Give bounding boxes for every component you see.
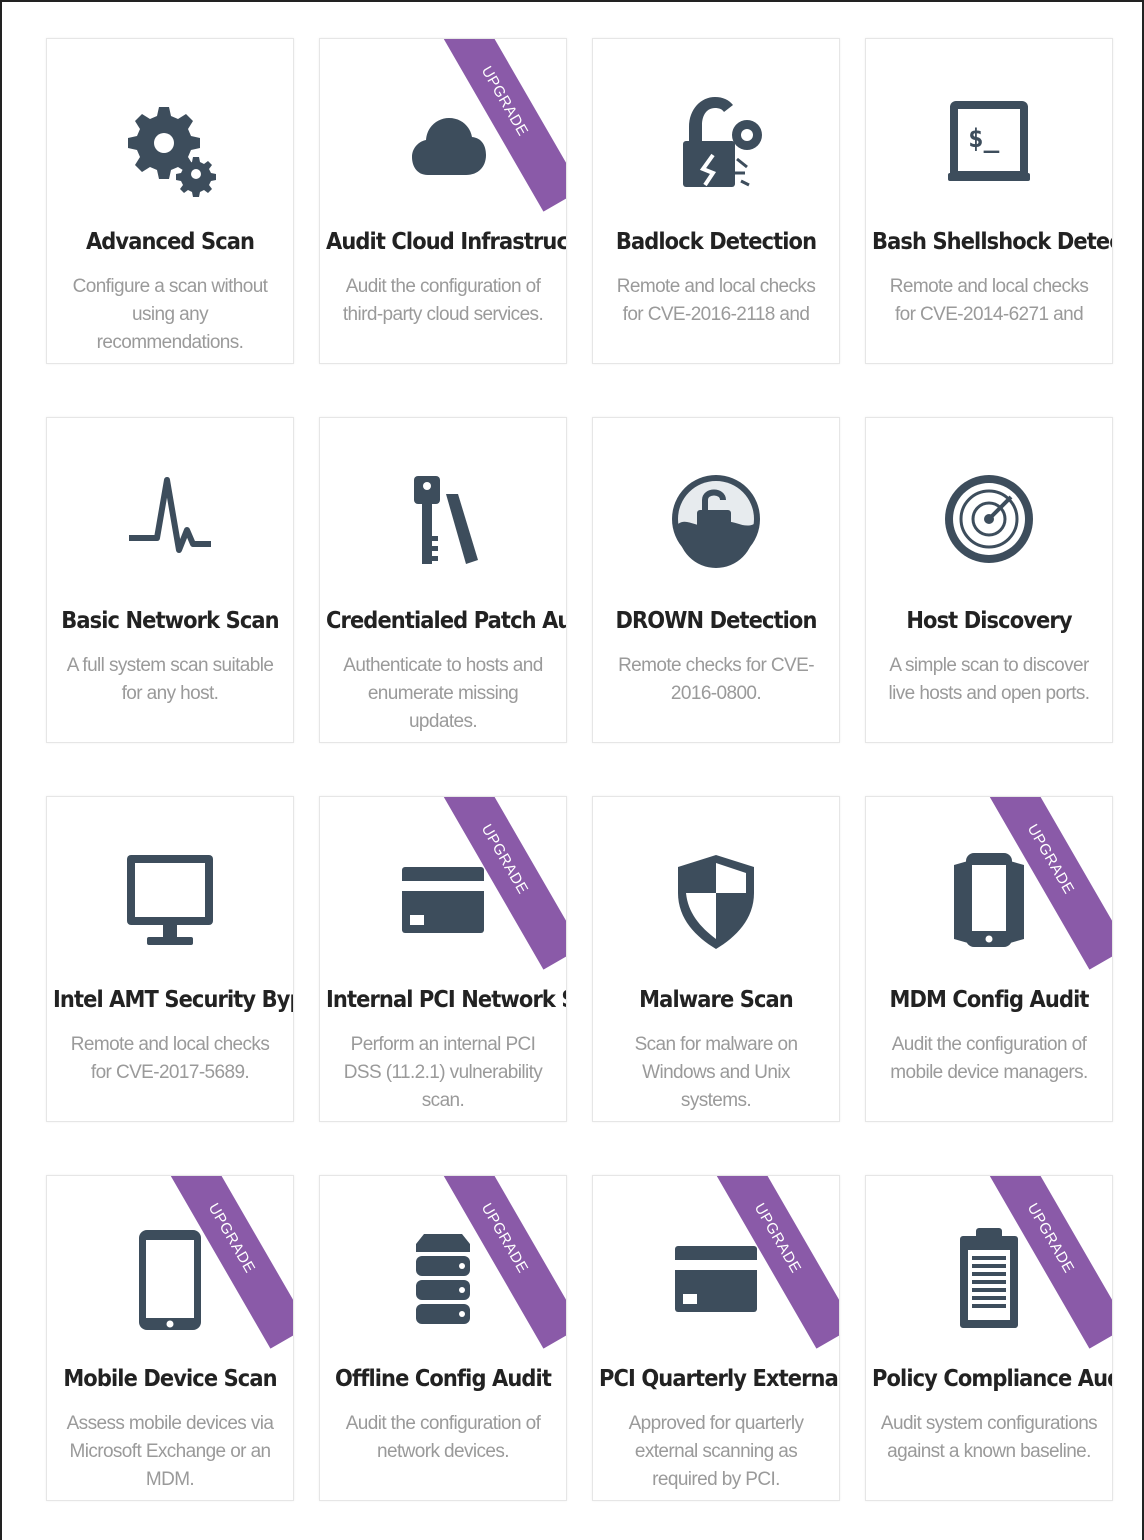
template-description: Audit the configuration of third-party c… bbox=[342, 276, 544, 325]
template-title: Bash Shellshock Detection bbox=[872, 227, 1112, 255]
scan-template-grid: Advanced Scan Configure a scan without us… bbox=[46, 38, 1113, 1501]
template-title: Mobile Device Scan bbox=[63, 1364, 277, 1392]
template-title: Credentialed Patch Audit bbox=[326, 606, 566, 634]
radar-icon bbox=[866, 462, 1112, 582]
pulse-icon bbox=[47, 462, 293, 582]
template-title: Policy Compliance Auditing bbox=[872, 1364, 1112, 1392]
template-card-badlock-detection[interactable]: Badlock Detection Remote and local checks… bbox=[592, 38, 840, 364]
template-card-policy-compliance-auditing[interactable]: Policy Compliance Auditing Audit system c… bbox=[865, 1175, 1113, 1501]
template-card-intel-amt-security-bypass[interactable]: Intel AMT Security Bypass Remote and loca… bbox=[46, 796, 294, 1122]
template-description: Configure a scan without using any recom… bbox=[72, 276, 268, 353]
template-description: Audit the configuration of network devic… bbox=[345, 1413, 541, 1462]
scan-templates-panel: Advanced Scan Configure a scan without us… bbox=[0, 0, 1144, 1540]
template-card-offline-config-audit[interactable]: Offline Config Audit Audit the configurat… bbox=[319, 1175, 567, 1501]
template-card-pci-quarterly-external-scan[interactable]: PCI Quarterly External Scan Approved for … bbox=[592, 1175, 840, 1501]
template-card-audit-cloud-infrastructure[interactable]: Audit Cloud Infrastructure Audit the conf… bbox=[319, 38, 567, 364]
template-title: Badlock Detection bbox=[615, 227, 817, 255]
drown-lock-icon bbox=[593, 462, 839, 582]
template-description: Remote and local checks for CVE-2016-211… bbox=[616, 276, 816, 325]
template-title: PCI Quarterly External Scan bbox=[599, 1364, 840, 1392]
template-title: Internal PCI Network Scan bbox=[326, 985, 566, 1013]
template-card-basic-network-scan[interactable]: Basic Network Scan A full system scan sui… bbox=[46, 417, 294, 743]
template-description: Perform an internal PCI DSS (11.2.1) vul… bbox=[343, 1034, 543, 1111]
svg-text:$_: $_ bbox=[968, 124, 1000, 154]
template-description: Audit system configurations against a kn… bbox=[880, 1413, 1098, 1462]
template-card-host-discovery[interactable]: Host Discovery A simple scan to discover … bbox=[865, 417, 1113, 743]
template-title: Offline Config Audit bbox=[335, 1364, 552, 1392]
template-description: Authenticate to hosts and enumerate miss… bbox=[343, 655, 543, 732]
template-description: Approved for quarterly external scanning… bbox=[628, 1413, 804, 1490]
key-icon bbox=[320, 462, 566, 582]
gears-icon bbox=[47, 83, 293, 203]
template-card-drown-detection[interactable]: DROWN Detection Remote checks for CVE-201… bbox=[592, 417, 840, 743]
template-title: Basic Network Scan bbox=[61, 606, 279, 634]
template-card-advanced-scan[interactable]: Advanced Scan Configure a scan without us… bbox=[46, 38, 294, 364]
template-description: Assess mobile devices via Microsoft Exch… bbox=[66, 1413, 274, 1490]
template-title: MDM Config Audit bbox=[889, 985, 1089, 1013]
template-card-malware-scan[interactable]: Malware Scan Scan for malware on Windows … bbox=[592, 796, 840, 1122]
template-card-internal-pci-network-scan[interactable]: Internal PCI Network Scan Perform an inte… bbox=[319, 796, 567, 1122]
broken-lock-icon bbox=[593, 83, 839, 203]
template-title: Audit Cloud Infrastructure bbox=[326, 227, 567, 255]
template-title: Advanced Scan bbox=[85, 227, 255, 255]
template-card-mdm-config-audit[interactable]: MDM Config Audit Audit the configuration … bbox=[865, 796, 1113, 1122]
template-description: Scan for malware on Windows and Unix sys… bbox=[634, 1034, 798, 1111]
template-description: Remote checks for CVE-2016-0800. bbox=[618, 655, 814, 704]
shield-icon bbox=[593, 841, 839, 961]
template-description: Remote and local checks for CVE-2017-568… bbox=[70, 1034, 270, 1083]
template-title: Host Discovery bbox=[906, 606, 1072, 634]
template-description: A full system scan suitable for any host… bbox=[66, 655, 274, 704]
terminal-icon: $_ bbox=[866, 83, 1112, 203]
template-description: Audit the configuration of mobile device… bbox=[890, 1034, 1088, 1083]
monitor-icon bbox=[47, 841, 293, 961]
template-card-mobile-device-scan[interactable]: Mobile Device Scan Assess mobile devices … bbox=[46, 1175, 294, 1501]
template-title: Intel AMT Security Bypass bbox=[53, 985, 293, 1013]
template-card-bash-shellshock-detection[interactable]: $_ Bash Shellshock Detection Remote and l… bbox=[865, 38, 1113, 364]
template-description: A simple scan to discover live hosts and… bbox=[888, 655, 1091, 704]
template-title: DROWN Detection bbox=[615, 606, 817, 634]
template-card-credentialed-patch-audit[interactable]: Credentialed Patch Audit Authenticate to … bbox=[319, 417, 567, 743]
template-description: Remote and local checks for CVE-2014-627… bbox=[889, 276, 1089, 325]
template-title: Malware Scan bbox=[639, 985, 794, 1013]
